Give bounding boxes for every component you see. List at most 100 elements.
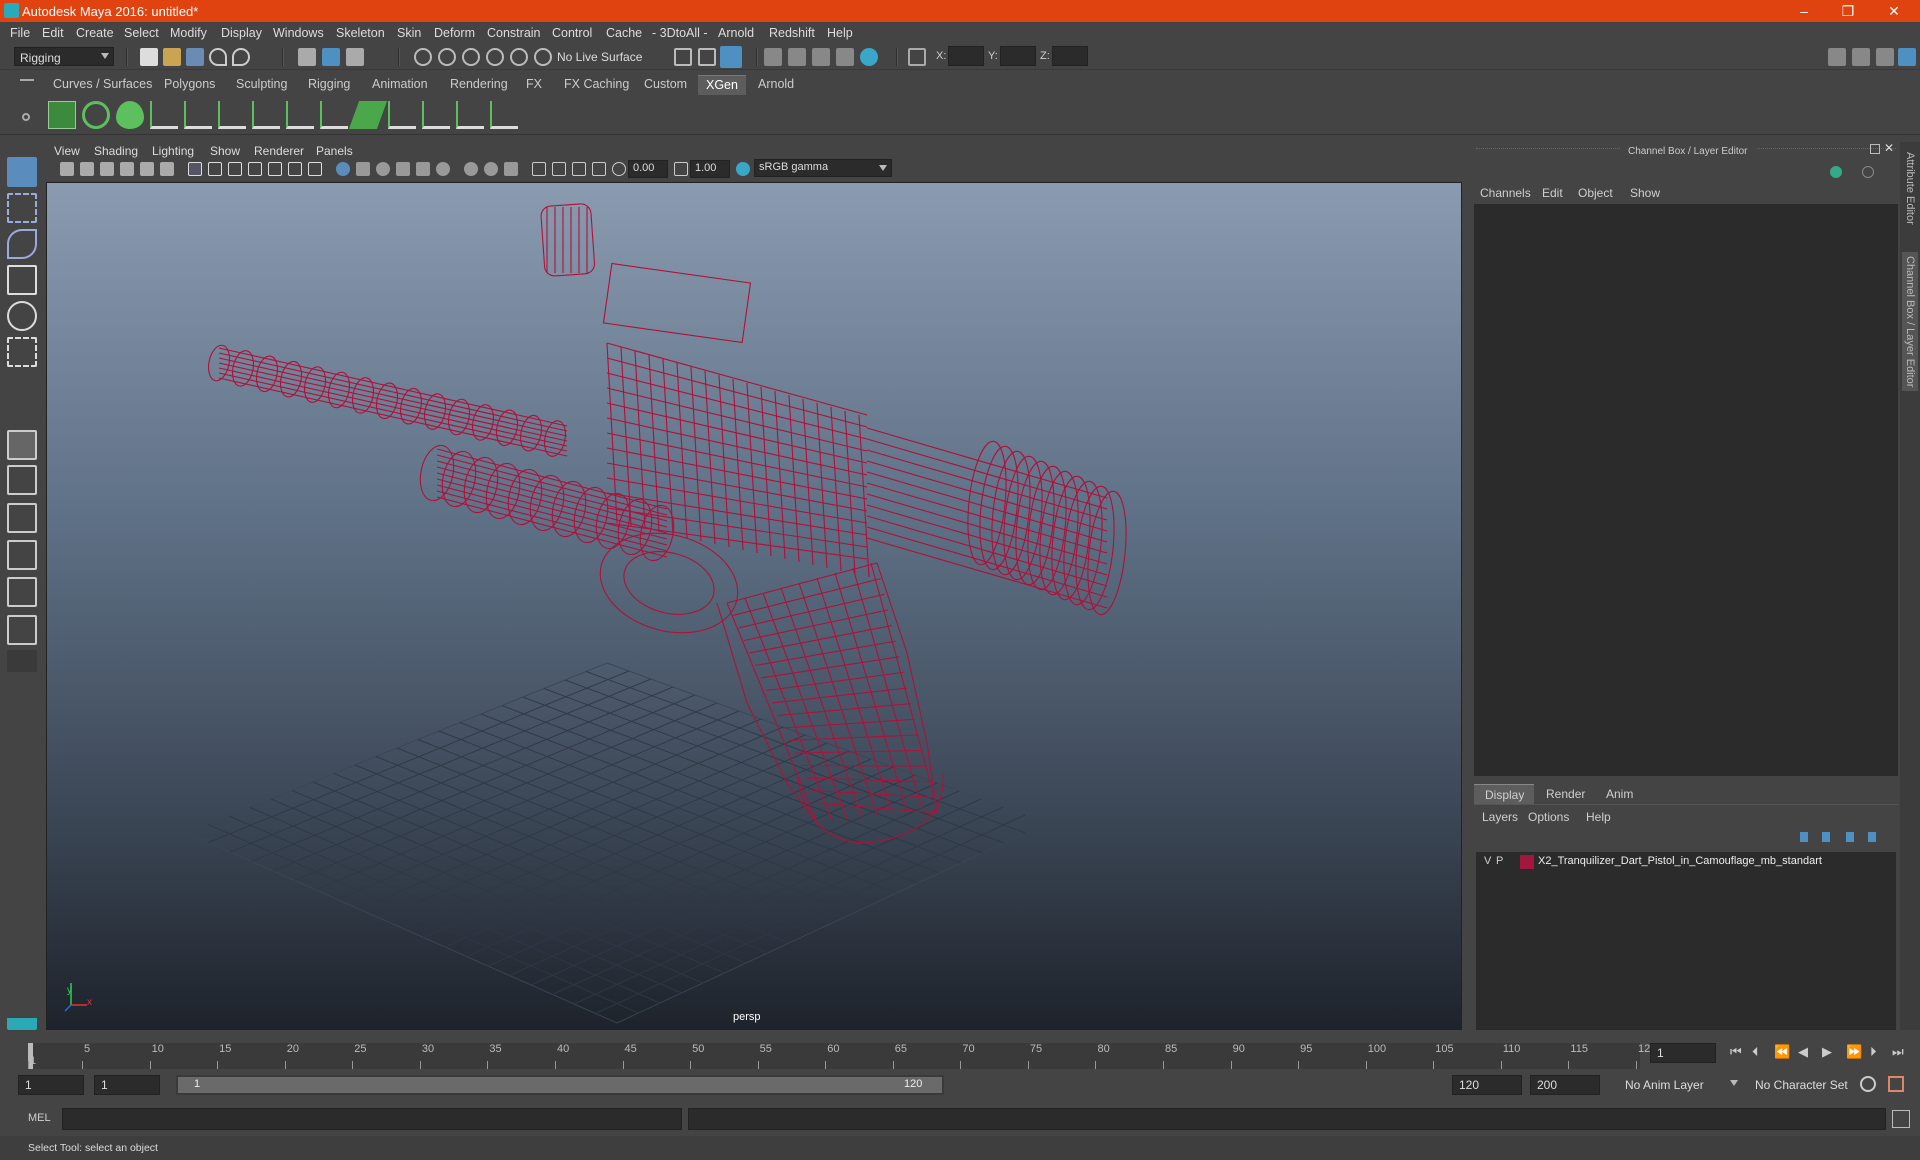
character-set-dropdown[interactable]: No Character Set (1750, 1075, 1866, 1095)
layer-help-menu[interactable]: Help (1586, 810, 1611, 824)
attribute-editor-toggle-icon[interactable] (1852, 48, 1870, 66)
play-forward-icon[interactable]: ▶ (1822, 1044, 1832, 1060)
cut-guides-icon[interactable] (456, 101, 484, 129)
construction-history-icon[interactable] (720, 46, 742, 68)
persp-outliner-layout-icon[interactable] (7, 503, 37, 533)
channel-object-menu[interactable]: Object (1578, 186, 1613, 200)
textured-icon[interactable] (396, 162, 410, 176)
snap-together-icon[interactable] (534, 48, 552, 66)
visibility-guides-icon[interactable] (252, 101, 280, 129)
menu-cache[interactable]: Cache (606, 26, 642, 40)
exposure-field[interactable]: 0.00 (628, 160, 668, 178)
render-current-icon[interactable] (788, 48, 806, 66)
viewport-menu-panels[interactable]: Panels (316, 144, 353, 158)
channel-list[interactable] (1474, 204, 1898, 776)
playback-start-field[interactable]: 1 (94, 1075, 160, 1095)
animation-end-field[interactable]: 200 (1530, 1075, 1600, 1095)
menu-constrain[interactable]: Constrain (487, 26, 541, 40)
xray-icon[interactable] (552, 162, 566, 176)
range-slider[interactable]: 1 120 (176, 1075, 944, 1095)
play-backward-icon[interactable]: ◀ (1798, 1044, 1808, 1060)
select-tool-icon[interactable] (7, 157, 37, 187)
bookmark-icon[interactable] (100, 162, 114, 176)
paint-select-tool-icon[interactable] (7, 229, 37, 259)
channels-menu[interactable]: Channels (1480, 186, 1531, 200)
delete-guides-icon[interactable] (490, 101, 518, 129)
menu-display[interactable]: Display (221, 26, 262, 40)
layout-more-icon[interactable] (7, 650, 37, 672)
tab-anim[interactable]: Anim (1606, 787, 1633, 801)
tab-fx-caching[interactable]: FX Caching (556, 75, 637, 95)
close-button[interactable]: ✕ (1874, 2, 1914, 20)
layer-color-swatch[interactable] (1520, 855, 1534, 869)
step-forward-frame-icon[interactable]: ⏩ (1846, 1044, 1862, 1060)
render-view-icon[interactable] (764, 48, 782, 66)
menu-skin[interactable]: Skin (397, 26, 421, 40)
sculpt-guides-icon[interactable] (184, 101, 212, 129)
guide-density-icon[interactable] (320, 101, 348, 129)
tab-xgen[interactable]: XGen (698, 75, 746, 95)
screen-space-ao-icon[interactable] (464, 162, 478, 176)
step-back-frame-icon[interactable]: ⏪ (1774, 1044, 1790, 1060)
layer-options-menu[interactable]: Options (1528, 810, 1569, 824)
shelf-options-icon[interactable] (22, 113, 30, 121)
persp-graph-layout-icon[interactable] (7, 540, 37, 570)
float-panel-icon[interactable] (1870, 144, 1880, 154)
new-layer-selected-icon[interactable] (1868, 832, 1880, 842)
channel-show-menu[interactable]: Show (1630, 186, 1660, 200)
move-layer-down-icon[interactable] (1822, 832, 1834, 842)
layer-visibility-toggle[interactable]: V (1484, 855, 1491, 867)
minimize-button[interactable]: – (1784, 2, 1824, 20)
tool-settings-toggle-icon[interactable] (1876, 48, 1894, 66)
rebuild-guides-icon[interactable] (388, 101, 416, 129)
safe-action-icon[interactable] (288, 162, 302, 176)
channel-edit-menu[interactable]: Edit (1542, 186, 1563, 200)
grid-toggle-icon[interactable] (188, 162, 202, 176)
layers-menu[interactable]: Layers (1482, 810, 1518, 824)
tab-rendering[interactable]: Rendering (442, 75, 516, 95)
axis-orient-icon[interactable] (1830, 166, 1842, 178)
tab-curves-surfaces[interactable]: Curves / Surfaces (45, 75, 160, 95)
tab-display[interactable]: Display (1474, 784, 1534, 804)
make-live-icon[interactable] (510, 48, 528, 66)
menu-edit[interactable]: Edit (42, 26, 64, 40)
mel-label[interactable]: MEL (28, 1112, 51, 1124)
menu-windows[interactable]: Windows (273, 26, 324, 40)
y-coordinate-field[interactable] (1000, 46, 1036, 66)
layer-row[interactable]: V P X2_Tranquilizer_Dart_Pistol_in_Camou… (1476, 852, 1896, 872)
menu-select[interactable]: Select (124, 26, 159, 40)
lock-guides-icon[interactable] (286, 101, 314, 129)
ipr-render-icon[interactable] (812, 48, 830, 66)
menu-redshift[interactable]: Redshift (769, 26, 815, 40)
interactive-groom-icon[interactable] (348, 101, 388, 129)
restore-button[interactable]: ❐ (1828, 2, 1868, 20)
xray-joints-icon[interactable] (592, 162, 606, 176)
go-to-end-icon[interactable]: ⏭ (1892, 1044, 1904, 1060)
camera-select-icon[interactable] (60, 162, 74, 176)
menu-modify[interactable]: Modify (170, 26, 207, 40)
playback-end-field[interactable]: 120 (1452, 1075, 1522, 1095)
hypershade-icon[interactable] (860, 48, 878, 66)
time-slider[interactable]: 1 5 10 15 20 25 30 35 40 45 50 55 60 65 70 75 80 85 90 95 10… (0, 1035, 1920, 1071)
view-transform-dropdown[interactable]: sRGB gamma (754, 159, 892, 177)
lasso-tool-icon[interactable] (7, 193, 37, 223)
xray-active-icon[interactable] (572, 162, 586, 176)
field-chart-icon[interactable] (268, 162, 282, 176)
menu-set-dropdown[interactable]: Rigging (14, 47, 114, 66)
auto-key-icon[interactable] (1860, 1076, 1876, 1092)
single-perspective-layout-icon[interactable] (7, 430, 37, 460)
tab-sculpting[interactable]: Sculpting (228, 75, 295, 95)
mel-command-input[interactable] (62, 1108, 682, 1130)
move-tool-icon[interactable] (7, 265, 37, 295)
current-frame-field[interactable]: 1 (1650, 1043, 1716, 1063)
viewport-menu-renderer[interactable]: Renderer (254, 144, 304, 158)
wireframe-shading-icon[interactable] (336, 162, 350, 176)
color-management-icon[interactable] (736, 162, 750, 176)
comb-guides-icon[interactable] (422, 101, 450, 129)
viewport-menu-shading[interactable]: Shading (94, 144, 138, 158)
tab-fx[interactable]: FX (518, 75, 550, 95)
select-hierarchy-icon[interactable] (298, 48, 316, 66)
close-panel-icon[interactable]: ✕ (1884, 141, 1894, 155)
attribute-editor-side-tab[interactable]: Attribute Editor (1904, 152, 1916, 225)
create-description-icon[interactable] (116, 101, 144, 129)
